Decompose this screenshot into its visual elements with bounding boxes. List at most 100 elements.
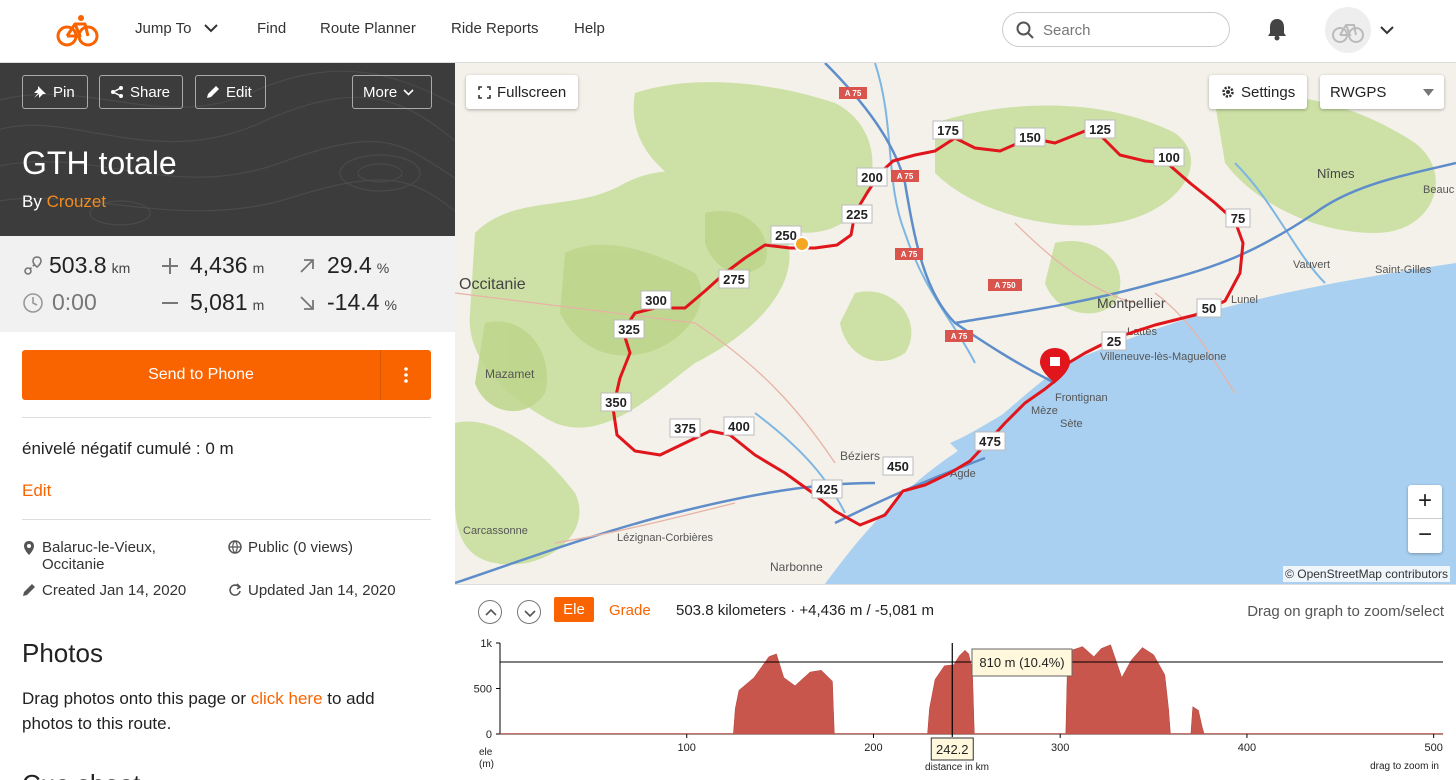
map-canvas[interactable]: A 75 A 75 A 75 A 750 A 75 Occitanie Maza… xyxy=(455,63,1456,584)
send-to-phone-button[interactable]: Send to Phone xyxy=(22,350,380,400)
nav-help[interactable]: Help xyxy=(574,20,605,37)
pencil-icon xyxy=(23,584,35,596)
distance-marker: 25 xyxy=(1107,334,1121,349)
search-box[interactable] xyxy=(1002,12,1230,47)
edit-description-link[interactable]: Edit xyxy=(22,481,51,501)
created-info: Created Jan 14, 2020 xyxy=(22,582,186,599)
distance-marker: 475 xyxy=(979,434,1001,449)
location-info: Balaruc-le-Vieux, Occitanie xyxy=(22,539,212,573)
nav-find[interactable]: Find xyxy=(257,20,286,37)
distance-marker: 425 xyxy=(816,482,838,497)
location-text: Balaruc-le-Vieux, Occitanie xyxy=(42,539,156,573)
tab-elevation[interactable]: Ele xyxy=(554,597,594,622)
distance-marker: 150 xyxy=(1019,130,1041,145)
zoom-in-button[interactable]: + xyxy=(1408,485,1442,519)
stat-loss: 5,081 m xyxy=(160,289,264,316)
nav-jump-to[interactable]: Jump To xyxy=(135,20,218,37)
map-layer-select[interactable]: RWGPS xyxy=(1320,75,1444,109)
by-label: By xyxy=(22,192,42,211)
search-input[interactable] xyxy=(1043,19,1223,41)
map-attribution: © OpenStreetMap contributors xyxy=(1283,566,1450,582)
x-tick-label: 500 xyxy=(1424,742,1442,754)
place-label: Lézignan-Corbières xyxy=(617,532,713,544)
place-label: Villeneuve-lès-Maguelone xyxy=(1100,351,1226,363)
more-button[interactable]: More xyxy=(352,75,432,109)
zoom-control: + − xyxy=(1408,485,1442,553)
author-link[interactable]: Crouzet xyxy=(47,192,107,211)
max-grade-value: 29.4 xyxy=(327,252,372,278)
stat-gain: 4,436 m xyxy=(160,252,264,279)
distance-unit: km xyxy=(111,260,131,276)
road-label: A 75 xyxy=(951,332,968,341)
search-icon xyxy=(1016,21,1034,39)
loss-value: 5,081 xyxy=(190,289,248,315)
distance-marker: 200 xyxy=(861,170,883,185)
place-label: Mèze xyxy=(1031,405,1058,417)
distance-marker: 225 xyxy=(846,207,868,222)
place-label: Occitanie xyxy=(459,276,526,293)
route-byline: By Crouzet xyxy=(22,192,106,212)
y-axis-label-unit: (m) xyxy=(479,759,494,770)
gain-value: 4,436 xyxy=(190,252,248,278)
divider xyxy=(22,417,431,418)
stat-min-grade: -14.4 % xyxy=(298,289,397,316)
arrow-up-right-icon xyxy=(300,258,314,273)
share-button[interactable]: Share xyxy=(99,75,183,109)
divider xyxy=(22,519,431,520)
road-label: A 75 xyxy=(901,250,918,259)
elevation-chart[interactable]: 1k 500 0 100 200 300 400 500 810 m (10.4%) 242.… xyxy=(455,637,1456,777)
rwgps-logo-icon[interactable] xyxy=(54,12,102,48)
min-grade-value: -14.4 xyxy=(327,289,380,315)
tab-grade[interactable]: Grade xyxy=(609,602,651,619)
upload-photos-link[interactable]: click here xyxy=(251,689,323,708)
minus-icon xyxy=(162,301,178,304)
avatar[interactable] xyxy=(1325,7,1371,53)
chevron-down-icon xyxy=(203,24,218,33)
created-text: Created Jan 14, 2020 xyxy=(42,582,187,599)
distance-marker: 75 xyxy=(1231,211,1245,226)
pencil-icon xyxy=(207,86,219,98)
elevation-summary: 503.8 kilometers · +4,436 m / -5,081 m xyxy=(676,602,935,619)
place-label: Beauc xyxy=(1423,184,1455,196)
collapse-up-button[interactable] xyxy=(478,600,502,624)
zoom-out-button[interactable]: − xyxy=(1408,519,1442,553)
edit-button[interactable]: Edit xyxy=(195,75,266,109)
y-tick-label: 0 xyxy=(486,729,492,741)
notifications-bell-icon[interactable] xyxy=(1266,17,1288,46)
distance-marker: 325 xyxy=(618,322,640,337)
settings-button[interactable]: Settings xyxy=(1209,75,1308,109)
expand-down-button[interactable] xyxy=(517,600,541,624)
distance-marker: 375 xyxy=(674,421,696,436)
tooltip-text: 810 m (10.4%) xyxy=(979,655,1064,670)
account-chevron-down-icon[interactable] xyxy=(1380,22,1394,40)
send-to-phone: Send to Phone xyxy=(22,350,431,400)
distance-marker: 350 xyxy=(605,395,627,410)
distance-marker: 50 xyxy=(1202,301,1216,316)
distance-marker: 450 xyxy=(887,459,909,474)
route-map[interactable]: A 75 A 75 A 75 A 750 A 75 Occitanie Maza… xyxy=(455,63,1456,584)
distance-marker: 125 xyxy=(1089,122,1111,137)
road-label: A 75 xyxy=(897,172,914,181)
send-more-button[interactable] xyxy=(380,350,431,400)
cursor-tooltip: 810 m (10.4%) xyxy=(971,648,1073,677)
nav-ride-reports[interactable]: Ride Reports xyxy=(451,20,539,37)
place-label: Frontignan xyxy=(1055,392,1108,404)
position-marker[interactable] xyxy=(794,236,810,252)
fullscreen-label: Fullscreen xyxy=(497,83,567,101)
distance-marker: 400 xyxy=(728,419,750,434)
max-grade-unit: % xyxy=(376,260,390,276)
cursor-x-text: 242.2 xyxy=(936,742,969,757)
place-label: Sète xyxy=(1060,418,1083,430)
arrow-down-right-icon xyxy=(300,295,314,310)
updated-info: Updated Jan 14, 2020 xyxy=(228,582,396,599)
route-description: énivelé négatif cumulé : 0 m xyxy=(22,439,234,458)
place-label: Béziers xyxy=(840,449,880,463)
nav-route-planner[interactable]: Route Planner xyxy=(320,20,416,37)
distance-marker: 250 xyxy=(775,228,797,243)
nav-jump-to-label: Jump To xyxy=(135,20,192,37)
pin-button[interactable]: Pin xyxy=(22,75,88,109)
x-tick-label: 300 xyxy=(1051,742,1069,754)
photos-instructions: Drag photos onto this page or click here… xyxy=(22,686,422,736)
road-label: A 750 xyxy=(994,281,1016,290)
fullscreen-button[interactable]: Fullscreen xyxy=(466,75,579,109)
